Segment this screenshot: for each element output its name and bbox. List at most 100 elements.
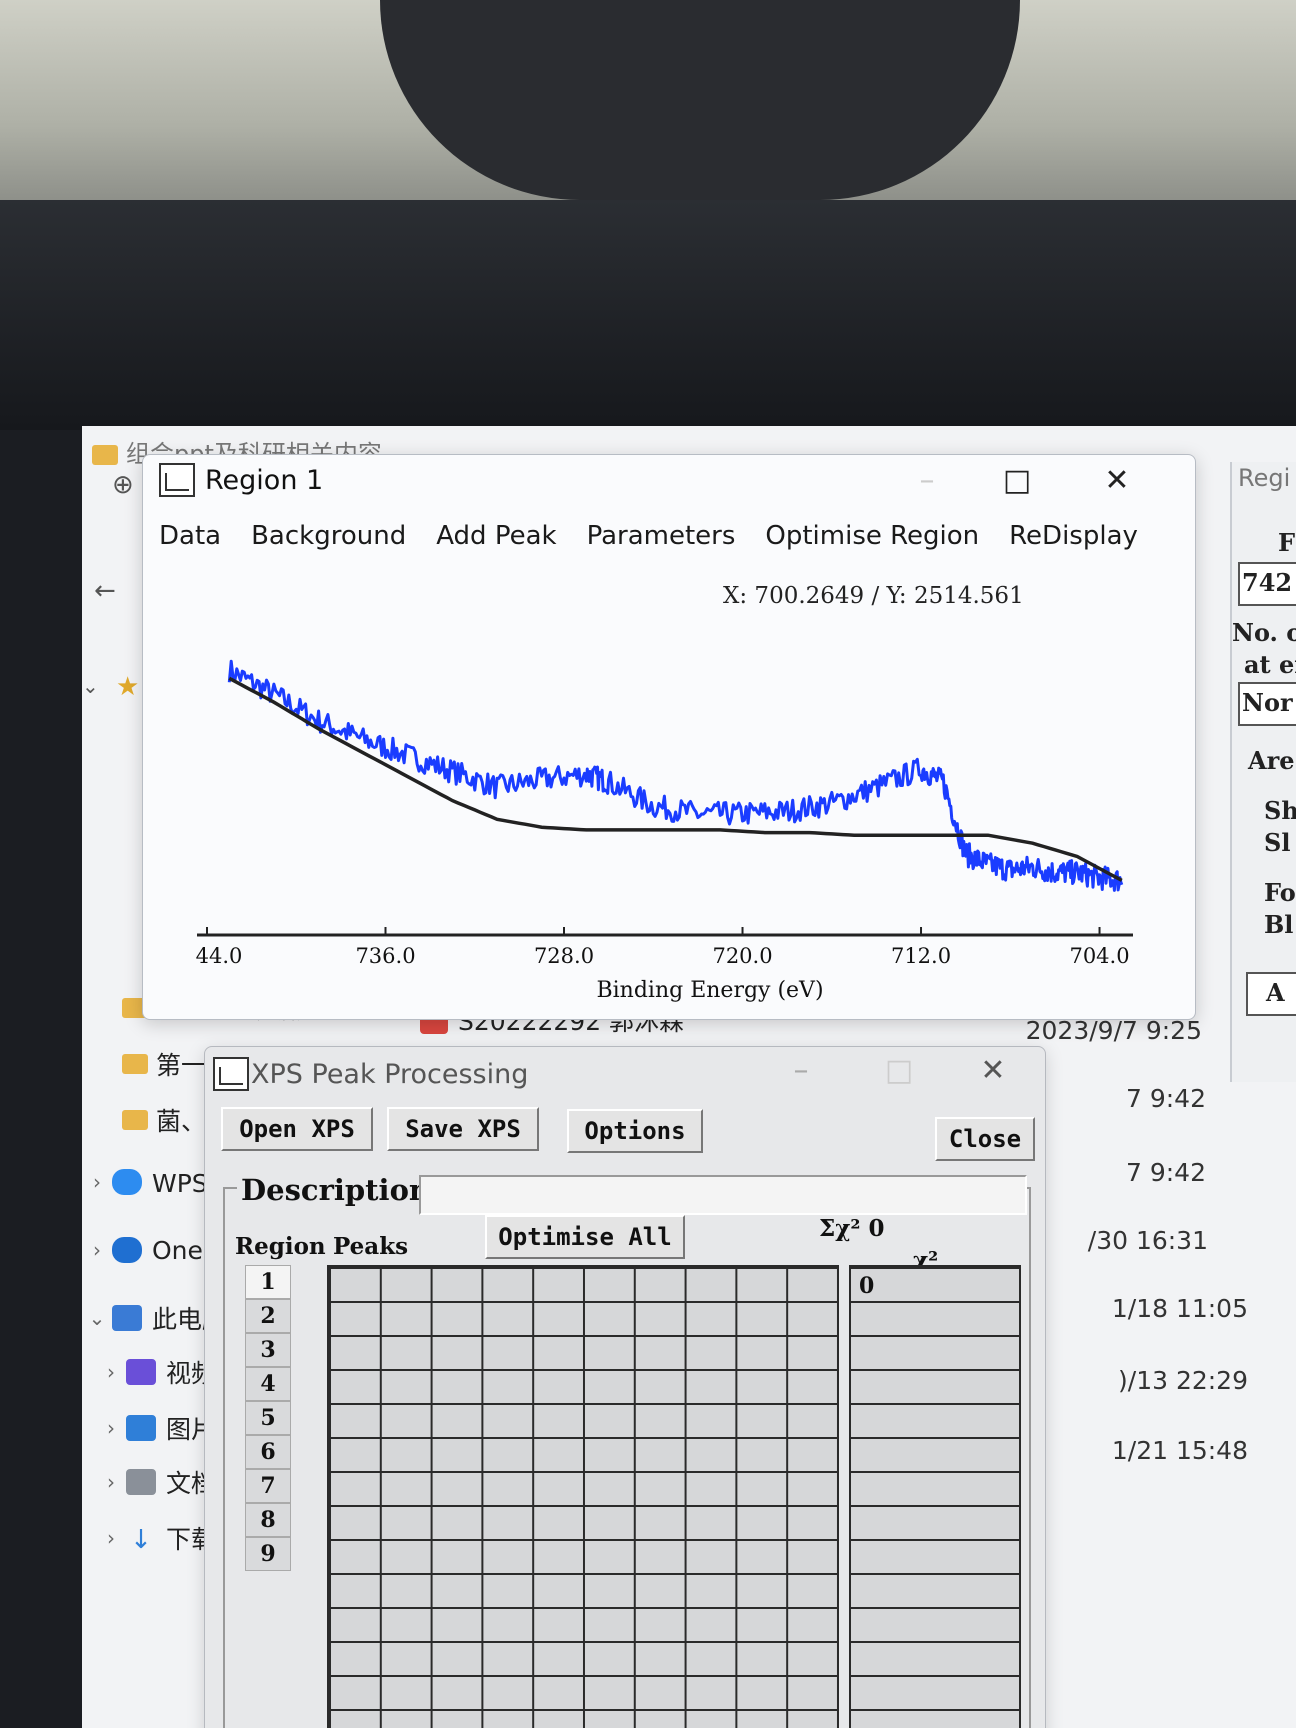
video-icon bbox=[126, 1359, 156, 1385]
file-row-folder-4[interactable]: 菌、 bbox=[122, 1102, 206, 1138]
x-tick-label: 44.0 bbox=[196, 944, 243, 968]
region-number-6[interactable]: 6 bbox=[245, 1435, 291, 1469]
document-icon bbox=[126, 1469, 156, 1495]
save-xps-button[interactable]: Save XPS bbox=[387, 1107, 539, 1151]
region-params-panel: Regi F 742 No. of at er Nor Are Sh Sl Fo… bbox=[1230, 462, 1296, 1082]
close-window-button[interactable]: ✕ bbox=[971, 1053, 1015, 1089]
file-date: 7 9:42 bbox=[1126, 1084, 1206, 1113]
computer-icon bbox=[112, 1305, 142, 1331]
label-bl: Bl bbox=[1264, 910, 1294, 939]
star-icon: ★ bbox=[116, 672, 140, 702]
menu-data[interactable]: Data bbox=[159, 521, 221, 551]
x-tick-label: 736.0 bbox=[355, 944, 415, 968]
sidebar-item-onedrive[interactable]: › OneD bbox=[82, 1230, 222, 1270]
folder-icon bbox=[122, 1054, 148, 1074]
chevron-right-icon: › bbox=[107, 1526, 115, 1550]
label-sl: Sl bbox=[1264, 828, 1291, 857]
region-number-2[interactable]: 2 bbox=[245, 1299, 291, 1333]
menu-parameters[interactable]: Parameters bbox=[587, 521, 736, 551]
file-date: 2023/9/7 9:25 bbox=[1025, 1016, 1202, 1045]
chevron-right-icon: › bbox=[93, 1238, 101, 1262]
label-fo: Fo bbox=[1264, 878, 1296, 907]
maximize-button[interactable]: □ bbox=[877, 1053, 921, 1089]
xps-window-title: XPS Peak Processing bbox=[251, 1059, 529, 1090]
chevron-down-icon[interactable]: ⌄ bbox=[82, 674, 99, 698]
bg-type-select[interactable]: Nor bbox=[1238, 682, 1296, 726]
label-no-of: No. of bbox=[1232, 618, 1296, 647]
xps-app-icon bbox=[159, 463, 195, 497]
file-name: 第一 bbox=[156, 1051, 207, 1080]
chevron-right-icon: › bbox=[107, 1470, 115, 1494]
screen: 组会ppt及科研相关内容 ⊕ ← ⌄ ★ › WPS云 › OneD ⌄ 此电脑… bbox=[82, 426, 1296, 1728]
region-number-3[interactable]: 3 bbox=[245, 1333, 291, 1367]
region-titlebar[interactable]: Region 1 – □ ✕ bbox=[143, 455, 1195, 507]
close-button[interactable]: ✕ bbox=[1095, 463, 1139, 499]
region-number-8[interactable]: 8 bbox=[245, 1503, 291, 1537]
be-field[interactable]: 742 bbox=[1238, 562, 1296, 606]
x-tick-label: 720.0 bbox=[712, 944, 772, 968]
description-input[interactable] bbox=[419, 1175, 1027, 1215]
close-button[interactable]: Close bbox=[935, 1117, 1035, 1161]
label-at-end: at er bbox=[1244, 650, 1296, 679]
chi-squared-column bbox=[849, 1265, 1021, 1728]
file-date: 1/18 11:05 bbox=[1111, 1294, 1248, 1323]
download-icon: ↓ bbox=[130, 1525, 152, 1555]
region-window: Region 1 – □ ✕ Data Background Add Peak … bbox=[142, 454, 1196, 1020]
chevron-right-icon: › bbox=[107, 1416, 115, 1440]
maximize-button[interactable]: □ bbox=[995, 463, 1039, 499]
sidebar-item-pictures[interactable]: › 图片 bbox=[96, 1408, 216, 1448]
menu-add-peak[interactable]: Add Peak bbox=[436, 521, 556, 551]
panel-title: Regi bbox=[1238, 464, 1291, 492]
file-name: 菌、 bbox=[156, 1107, 207, 1136]
region-number-5[interactable]: 5 bbox=[245, 1401, 291, 1435]
region-menubar: Data Background Add Peak Parameters Opti… bbox=[159, 521, 1138, 551]
minimize-button[interactable]: – bbox=[779, 1053, 823, 1089]
menu-background[interactable]: Background bbox=[251, 521, 406, 551]
optimise-all-button[interactable]: Optimise All bbox=[485, 1215, 685, 1259]
cloud-icon bbox=[112, 1169, 142, 1195]
room-shadow bbox=[380, 0, 1020, 200]
region-number-7[interactable]: 7 bbox=[245, 1469, 291, 1503]
x-tick-label: 728.0 bbox=[534, 944, 594, 968]
monitor-bezel bbox=[0, 200, 1296, 430]
file-date: )/13 22:29 bbox=[1118, 1366, 1248, 1395]
picture-icon bbox=[126, 1415, 156, 1441]
x-axis-ticks: 44.0 736.0 728.0 720.0 712.0 704.0 bbox=[196, 927, 1130, 968]
panel-action-button[interactable]: A bbox=[1246, 972, 1296, 1016]
add-tab-icon[interactable]: ⊕ bbox=[112, 470, 134, 500]
description-label: Description bbox=[237, 1173, 434, 1207]
menu-redisplay[interactable]: ReDisplay bbox=[1009, 521, 1138, 551]
menu-optimise-region[interactable]: Optimise Region bbox=[765, 521, 979, 551]
chevron-right-icon: › bbox=[93, 1170, 101, 1194]
peaks-column-header: Peaks bbox=[333, 1233, 409, 1260]
x-tick-label: 712.0 bbox=[891, 944, 951, 968]
sidebar-item-downloads[interactable]: › ↓ 下载 bbox=[96, 1518, 216, 1558]
label-sh: Sh bbox=[1264, 796, 1296, 825]
region-window-title: Region 1 bbox=[205, 465, 324, 496]
spectrum-plot[interactable]: 44.0 736.0 728.0 720.0 712.0 704.0 Binding En… bbox=[143, 605, 1195, 1015]
x-axis-label: Binding Energy (eV) bbox=[596, 978, 823, 1003]
region-column-header: Region bbox=[235, 1233, 326, 1260]
sidebar-item-videos[interactable]: › 视频 bbox=[96, 1352, 216, 1392]
folder-icon bbox=[122, 1110, 148, 1130]
chi-squared-value: 0 bbox=[859, 1273, 875, 1299]
spectrum-series-line bbox=[227, 659, 1124, 892]
region-number-4[interactable]: 4 bbox=[245, 1367, 291, 1401]
background-series-line bbox=[228, 676, 1123, 882]
chevron-down-icon: ⌄ bbox=[88, 1306, 106, 1330]
file-row-folder-3[interactable]: 第一 bbox=[122, 1046, 206, 1082]
peaks-grid[interactable] bbox=[327, 1265, 839, 1728]
open-xps-button[interactable]: Open XPS bbox=[221, 1107, 373, 1151]
sum-chi-squared-label: Σχ² 0 bbox=[819, 1215, 885, 1242]
minimize-button[interactable]: – bbox=[905, 463, 949, 499]
file-date: /30 16:31 bbox=[1087, 1226, 1208, 1255]
region-number-9[interactable]: 9 bbox=[245, 1537, 291, 1571]
sidebar-item-documents[interactable]: › 文档 bbox=[96, 1462, 216, 1502]
region-number-1[interactable]: 1 bbox=[245, 1265, 291, 1299]
file-date: 1/21 15:48 bbox=[1111, 1436, 1248, 1465]
cloud-icon bbox=[112, 1237, 142, 1263]
xps-app-icon bbox=[213, 1057, 249, 1091]
back-arrow-icon[interactable]: ← bbox=[94, 576, 116, 606]
xps-peak-processing-window: XPS Peak Processing – □ ✕ Open XPS Save … bbox=[204, 1046, 1046, 1728]
options-button[interactable]: Options bbox=[567, 1109, 703, 1153]
